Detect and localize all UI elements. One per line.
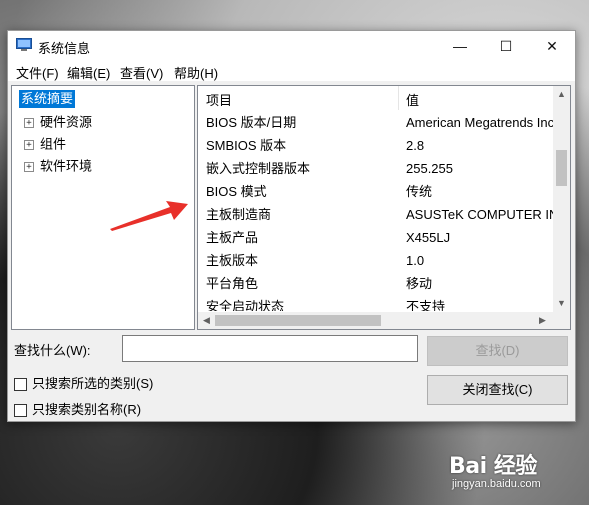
row-value: X455LJ	[406, 230, 451, 245]
tree-item-label: 硬件资源	[40, 114, 93, 130]
table-row[interactable]: 主板制造商 ASUSTeK COMPUTER INC.	[198, 203, 553, 226]
system-information-window: 系统信息 — ☐ ✕ 文件(F) 编辑(E) 查看(V) 帮助(H) 系统摘要 …	[7, 30, 576, 422]
menu-help[interactable]: 帮助(H)	[174, 63, 218, 82]
column-divider[interactable]	[398, 86, 399, 110]
tree-item-software-environment[interactable]: + 软件环境	[24, 157, 92, 175]
list-header: 项目 值	[198, 86, 553, 110]
column-header-item[interactable]: 项目	[206, 90, 232, 109]
row-item: 平台角色	[206, 276, 259, 291]
row-item: 嵌入式控制器版本	[206, 161, 311, 176]
watermark-url: jingyan.baidu.com	[452, 478, 541, 490]
expand-icon[interactable]: +	[24, 139, 34, 150]
details-list[interactable]: 项目 值 BIOS 版本/日期 American Megatrends Inc. …	[197, 85, 571, 330]
checkbox[interactable]	[14, 378, 27, 392]
scroll-right-icon[interactable]: ▶	[539, 315, 546, 326]
expand-icon[interactable]: +	[24, 117, 34, 128]
annotation-arrow-icon	[110, 201, 188, 231]
row-value: 1.0	[406, 253, 425, 268]
row-item: BIOS 模式	[206, 184, 267, 199]
scroll-up-icon[interactable]: ▲	[557, 89, 566, 99]
find-what-input[interactable]	[122, 335, 418, 362]
row-item: SMBIOS 版本	[206, 138, 287, 153]
find-what-label: 查找什么(W):	[14, 343, 91, 358]
expand-icon[interactable]: +	[24, 161, 34, 172]
tree-item-hardware-resources[interactable]: + 硬件资源	[24, 113, 92, 131]
search-category-names-option[interactable]: 只搜索类别名称(R)	[14, 399, 141, 418]
table-row[interactable]: 平台角色 移动	[198, 272, 553, 295]
row-value: 传统	[406, 184, 433, 199]
table-row[interactable]: BIOS 模式 传统	[198, 180, 553, 203]
tree-item-system-summary[interactable]: 系统摘要	[19, 90, 76, 108]
row-item: 安全启动状态	[206, 299, 285, 311]
scroll-corner	[553, 312, 570, 329]
maximize-button[interactable]: ☐	[483, 31, 529, 61]
close-find-button[interactable]: 关闭查找(C)	[427, 375, 568, 405]
search-selected-category-option[interactable]: 只搜索所选的类别(S)	[14, 373, 153, 392]
scroll-down-icon[interactable]: ▼	[557, 298, 566, 308]
checkbox-label: 只搜索所选的类别(S)	[32, 376, 154, 391]
menu-view[interactable]: 查看(V)	[120, 63, 163, 82]
row-item: 主板产品	[206, 230, 259, 245]
table-row[interactable]: 主板产品 X455LJ	[198, 226, 553, 249]
row-value: 不支持	[406, 299, 446, 311]
menu-bar: 文件(F) 编辑(E) 查看(V) 帮助(H)	[8, 61, 575, 81]
row-item: 主板制造商	[206, 207, 272, 222]
horizontal-scroll-thumb[interactable]	[215, 315, 381, 326]
baidu-jingyan-watermark: Bai 经验 jingyan.baidu.com	[449, 448, 541, 490]
system-info-app-icon	[16, 38, 32, 51]
minimize-button[interactable]: —	[437, 31, 483, 61]
find-button[interactable]: 查找(D)	[427, 336, 568, 366]
column-header-value[interactable]: 值	[406, 90, 419, 109]
row-value: 移动	[406, 276, 433, 291]
table-row[interactable]: BIOS 版本/日期 American Megatrends Inc.	[198, 111, 553, 134]
watermark-logo: Bai 经验	[449, 454, 537, 479]
tree-item-components[interactable]: + 组件	[24, 135, 66, 153]
table-row[interactable]: 嵌入式控制器版本 255.255	[198, 157, 553, 180]
vertical-scroll-thumb[interactable]	[556, 150, 567, 186]
row-value: American Megatrends Inc.	[406, 115, 553, 130]
vertical-scrollbar[interactable]: ▲ ▼	[553, 86, 570, 312]
tree-item-label: 软件环境	[40, 158, 93, 174]
tree-item-label: 组件	[40, 136, 67, 152]
menu-file[interactable]: 文件(F)	[16, 63, 59, 82]
title-bar[interactable]: 系统信息 — ☐ ✕	[8, 31, 575, 61]
row-value: 255.255	[406, 161, 453, 176]
row-item: 主板版本	[206, 253, 259, 268]
close-button[interactable]: ✕	[529, 31, 575, 61]
row-value: ASUSTeK COMPUTER INC.	[406, 207, 553, 222]
horizontal-scrollbar[interactable]: ◀ ▶	[198, 312, 553, 329]
table-row[interactable]: 安全启动状态 不支持	[198, 295, 553, 311]
menu-edit[interactable]: 编辑(E)	[67, 63, 110, 82]
row-value: 2.8	[406, 138, 425, 153]
table-row[interactable]: SMBIOS 版本 2.8	[198, 134, 553, 157]
checkbox-label: 只搜索类别名称(R)	[32, 402, 142, 417]
row-item: BIOS 版本/日期	[206, 115, 297, 130]
table-row[interactable]: 主板版本 1.0	[198, 249, 553, 272]
checkbox[interactable]	[14, 404, 27, 418]
scroll-left-icon[interactable]: ◀	[203, 315, 210, 326]
list-rows: BIOS 版本/日期 American Megatrends Inc. SMBIO…	[198, 111, 553, 311]
window-title: 系统信息	[38, 41, 91, 56]
